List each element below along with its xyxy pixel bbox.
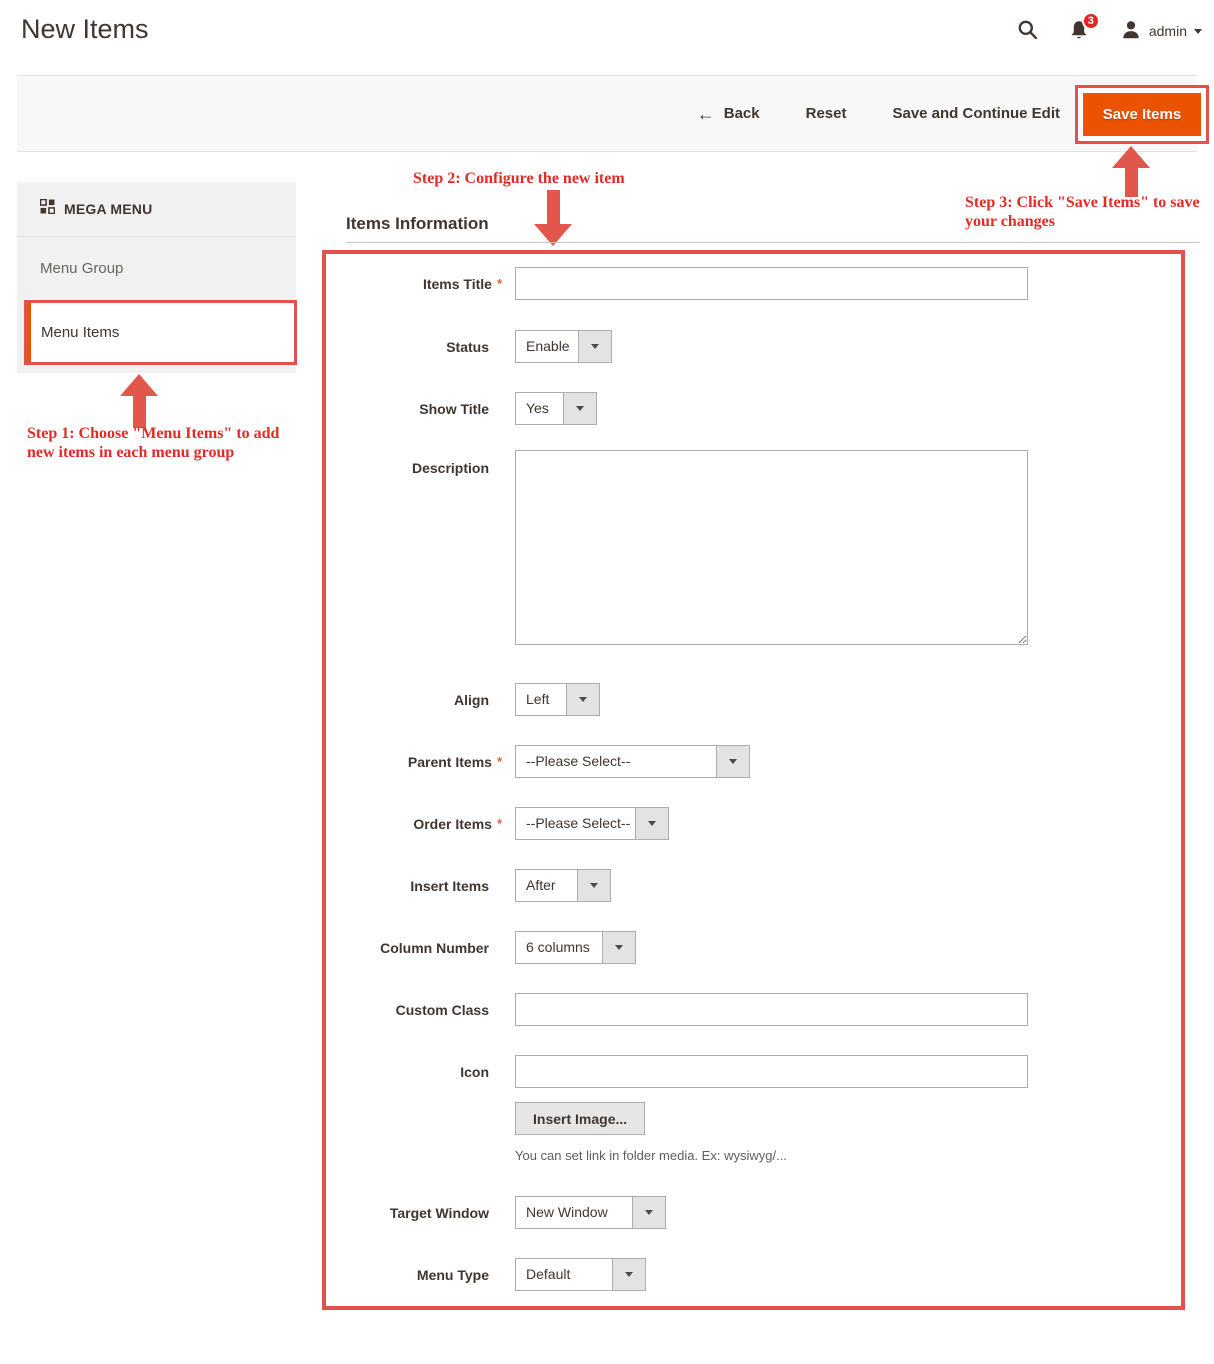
items-title-label: Items Title*: [326, 276, 515, 292]
back-arrow-icon: ←: [697, 105, 715, 123]
align-select-value: Left: [516, 684, 566, 715]
sidebar-item-menu-items[interactable]: Menu Items: [24, 300, 297, 365]
admin-user-label: admin: [1149, 23, 1187, 39]
order-items-label: Order Items*: [326, 816, 515, 832]
annotation-arrow-step3: [1112, 146, 1150, 197]
admin-page: New Items 3 admin ← Back Reset: [0, 0, 1214, 1364]
description-textarea[interactable]: [515, 450, 1028, 645]
annotation-arrow-step2: [534, 190, 572, 246]
caret-down-icon: [612, 1259, 645, 1290]
target-window-select-value: New Window: [516, 1197, 632, 1228]
form-row-show-title: Show Title Yes: [326, 392, 1181, 425]
search-button[interactable]: [1017, 19, 1038, 43]
section-divider: [346, 242, 1199, 243]
sidebar-title: MEGA MENU: [64, 201, 152, 217]
order-items-select[interactable]: --Please Select--: [515, 807, 669, 840]
caret-down-icon: [563, 393, 596, 424]
caret-down-icon: [716, 746, 749, 777]
custom-class-input[interactable]: [515, 993, 1028, 1026]
target-window-label: Target Window: [326, 1205, 515, 1221]
form-row-items-title: Items Title*: [326, 267, 1181, 300]
parent-items-select-value: --Please Select--: [516, 746, 716, 777]
status-select-value: Enable: [516, 331, 578, 362]
annotation-box-form: Items Title* Status Enable Show Title Ye…: [322, 250, 1185, 1310]
form-row-description: Description: [326, 450, 1181, 645]
required-marker: *: [497, 754, 502, 769]
admin-user-menu[interactable]: admin: [1120, 19, 1202, 44]
icon-helper-note: You can set link in folder media. Ex: wy…: [515, 1148, 787, 1163]
show-title-select[interactable]: Yes: [515, 392, 597, 425]
search-icon: [1017, 19, 1038, 43]
items-information-heading: Items Information: [346, 214, 489, 234]
sidebar-header: MEGA MENU: [17, 182, 296, 237]
annotation-arrow-step1: [120, 374, 158, 428]
caret-down-icon: [602, 932, 635, 963]
order-items-select-value: --Please Select--: [516, 808, 635, 839]
toolbar-actions: ← Back Reset Save and Continue Edit: [620, 75, 1060, 152]
form-row-order-items: Order Items* --Please Select--: [326, 807, 1181, 840]
insert-items-select[interactable]: After: [515, 869, 611, 902]
menu-type-label: Menu Type: [326, 1267, 515, 1283]
show-title-label: Show Title: [326, 401, 515, 417]
form-row-column-number: Column Number 6 columns: [326, 931, 1181, 964]
header-actions: 3 admin: [1017, 0, 1202, 62]
align-select[interactable]: Left: [515, 683, 600, 716]
reset-button-label: Reset: [806, 105, 847, 122]
chevron-down-icon: [1194, 29, 1202, 34]
align-label: Align: [326, 692, 515, 708]
caret-down-icon: [577, 870, 610, 901]
form-row-align: Align Left: [326, 683, 1181, 716]
insert-items-select-value: After: [516, 870, 577, 901]
caret-down-icon: [578, 331, 611, 362]
save-and-continue-label: Save and Continue Edit: [892, 105, 1060, 122]
back-button-label: Back: [724, 105, 760, 122]
back-button[interactable]: ← Back: [697, 105, 760, 123]
target-window-select[interactable]: New Window: [515, 1196, 666, 1229]
reset-button[interactable]: Reset: [806, 105, 847, 122]
icon-input[interactable]: [515, 1055, 1028, 1088]
items-title-input[interactable]: [515, 267, 1028, 300]
description-label: Description: [326, 450, 515, 476]
menu-type-select-value: Default: [516, 1259, 612, 1290]
notification-badge: 3: [1082, 12, 1100, 30]
form-row-status: Status Enable: [326, 330, 1181, 363]
form-row-custom-class: Custom Class: [326, 993, 1181, 1026]
form-row-target-window: Target Window New Window: [326, 1196, 1181, 1229]
parent-items-select[interactable]: --Please Select--: [515, 745, 750, 778]
save-items-button[interactable]: Save Items: [1083, 93, 1201, 136]
sidebar-item-menu-group[interactable]: Menu Group: [17, 237, 296, 299]
form-row-icon: Icon: [326, 1055, 1181, 1088]
page-title: New Items: [21, 14, 149, 45]
insert-items-label: Insert Items: [326, 878, 515, 894]
annotation-box-save-items: Save Items: [1075, 85, 1209, 144]
required-marker: *: [497, 816, 502, 831]
annotation-step1-text: Step 1: Choose "Menu Items" to add new i…: [27, 424, 295, 462]
column-number-select-value: 6 columns: [516, 932, 602, 963]
column-number-label: Column Number: [326, 940, 515, 956]
column-number-select[interactable]: 6 columns: [515, 931, 636, 964]
status-select[interactable]: Enable: [515, 330, 612, 363]
insert-image-button[interactable]: Insert Image...: [515, 1102, 645, 1135]
annotation-step2-text: Step 2: Configure the new item: [413, 169, 643, 188]
notifications-button[interactable]: 3: [1068, 19, 1090, 44]
required-marker: *: [497, 276, 502, 291]
form-row-insert-items: Insert Items After: [326, 869, 1181, 902]
parent-items-label: Parent Items*: [326, 754, 515, 770]
sidebar-item-menu-items-label: Menu Items: [27, 324, 119, 341]
caret-down-icon: [635, 808, 668, 839]
form-row-menu-type: Menu Type Default: [326, 1258, 1181, 1291]
annotation-step3-text: Step 3: Click "Save Items" to save your …: [965, 193, 1213, 231]
menu-type-select[interactable]: Default: [515, 1258, 646, 1291]
status-label: Status: [326, 339, 515, 355]
caret-down-icon: [632, 1197, 665, 1228]
form-row-parent-items: Parent Items* --Please Select--: [326, 745, 1181, 778]
save-and-continue-button[interactable]: Save and Continue Edit: [892, 105, 1060, 122]
mega-menu-icon: [40, 199, 55, 219]
active-item-stripe: [27, 303, 31, 362]
caret-down-icon: [566, 684, 599, 715]
icon-label: Icon: [326, 1064, 515, 1080]
user-icon: [1120, 19, 1142, 44]
show-title-select-value: Yes: [516, 393, 563, 424]
custom-class-label: Custom Class: [326, 1002, 515, 1018]
